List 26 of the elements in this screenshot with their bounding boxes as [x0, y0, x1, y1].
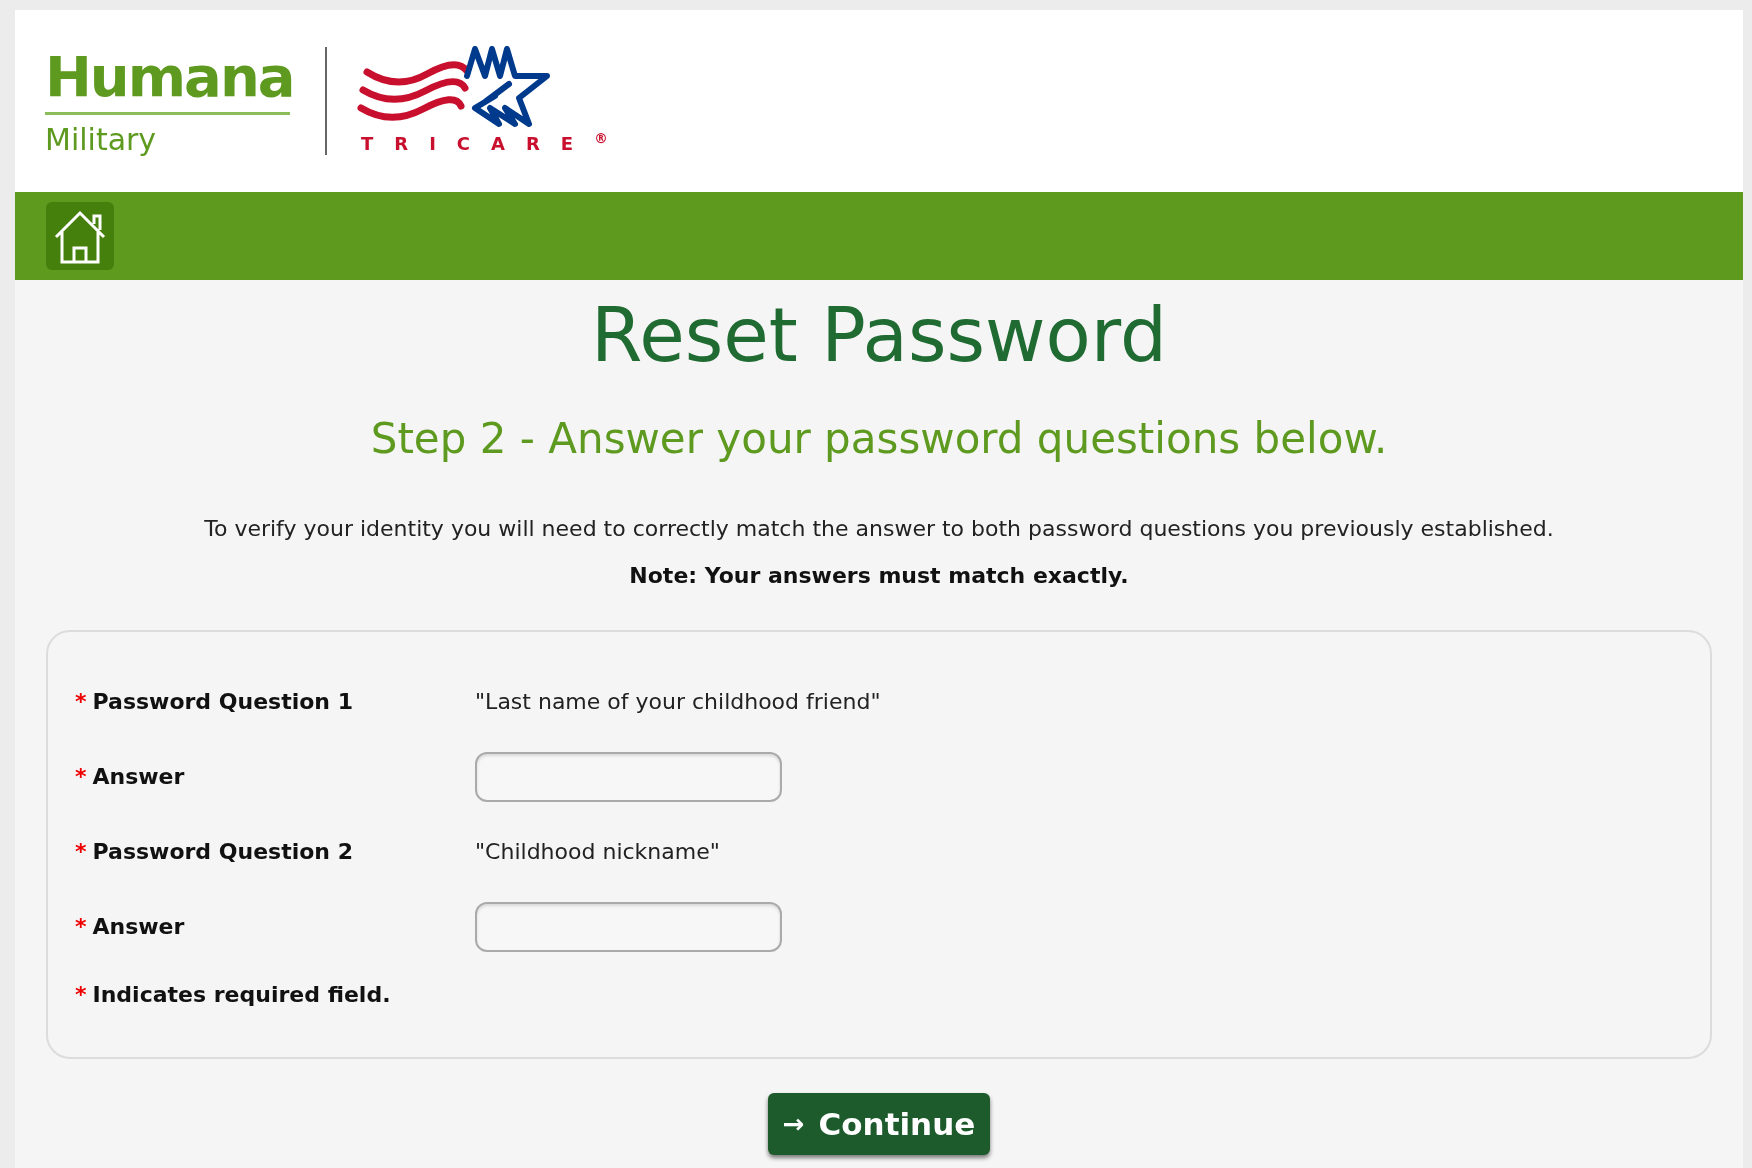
field-label: Answer — [92, 913, 185, 941]
home-icon — [53, 208, 107, 264]
field-label: Password Question 1 — [92, 688, 353, 716]
step-heading: Step 2 - Answer your password questions below. — [370, 418, 1388, 460]
home-button[interactable] — [46, 202, 114, 270]
page-title: Reset Password — [591, 298, 1167, 372]
required-asterisk: * — [75, 763, 87, 791]
required-note: Indicates required field. — [92, 980, 391, 1009]
answer-field[interactable] — [475, 901, 782, 952]
question-text: "Childhood nickname" — [475, 838, 720, 866]
question-text: "Last name of your childhood friend" — [475, 688, 881, 716]
required-asterisk: * — [75, 913, 87, 941]
field-label: Password Question 2 — [92, 838, 353, 866]
partner-logo-text: TRICARE$^{®}$ — [361, 129, 629, 156]
brand-subtitle: Military — [45, 121, 158, 159]
intro-text: To verify your identity you will need to correctly match the answer to both password questions you previously established. — [204, 515, 1554, 543]
continue-button[interactable]: → Continue — [768, 1093, 990, 1155]
brand-logo-text: Humana — [45, 43, 294, 111]
answer-field[interactable] — [475, 751, 782, 802]
required-asterisk: * — [75, 688, 87, 716]
required-asterisk: * — [75, 838, 87, 866]
field-label: Answer — [92, 763, 185, 791]
continue-label: Continue — [818, 1104, 976, 1144]
arrow-icon: → — [782, 1104, 805, 1144]
required-asterisk: * — [75, 980, 87, 1009]
note-text: Note: Your answers must match exactly. — [629, 562, 1129, 590]
